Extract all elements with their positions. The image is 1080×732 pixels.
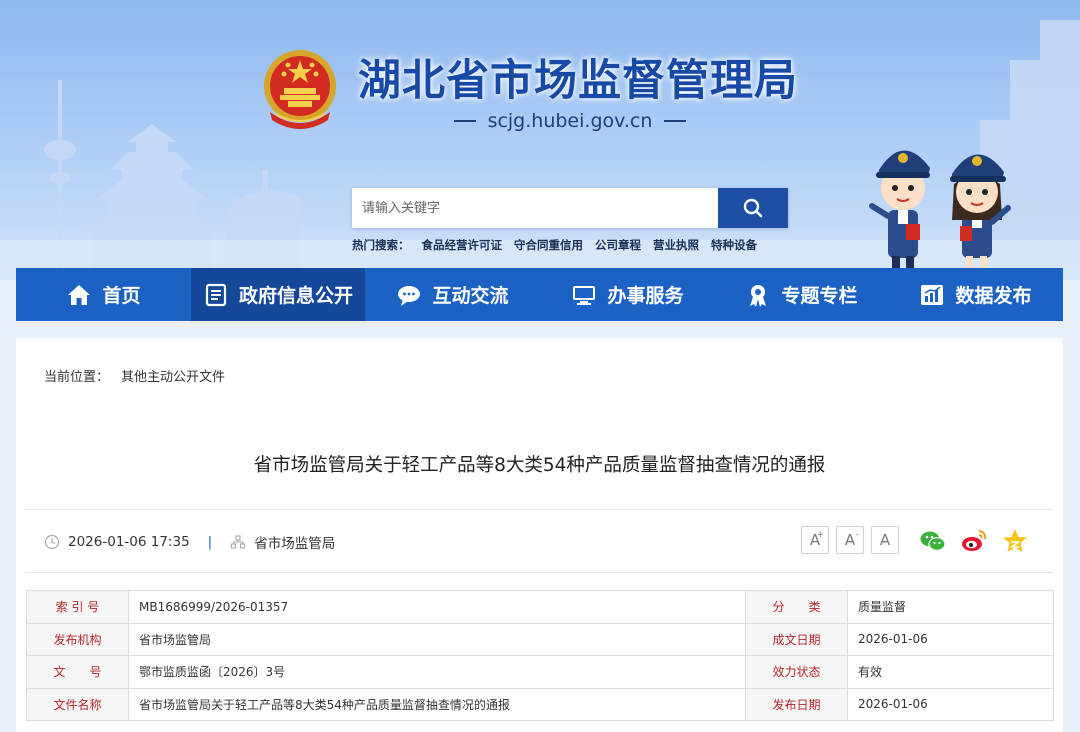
nav-item-label: 首页 xyxy=(102,285,141,307)
organization-icon xyxy=(231,535,246,549)
search-icon xyxy=(743,198,763,218)
breadcrumb-label: 当前位置： xyxy=(44,370,110,385)
hot-search-link[interactable]: 公司章程 xyxy=(595,237,641,253)
table-value: 2026-01-06 xyxy=(847,622,1054,656)
nav-item-label: 数据发布 xyxy=(955,285,1032,307)
main-nav: 首页 政府信息公开 互动交流 办事服务 专题专栏 数据发布 xyxy=(16,268,1063,321)
divider xyxy=(26,572,1053,573)
article-panel: 当前位置： 其他主动公开文件 省市场监管局关于轻工产品等8大类54种产品质量监督… xyxy=(16,338,1063,732)
qzone-star-icon[interactable] xyxy=(1001,527,1029,555)
chat-bubble-icon xyxy=(396,282,422,308)
nav-item-interaction[interactable]: 互动交流 xyxy=(365,268,540,321)
table-label: 发布日期 xyxy=(745,687,848,721)
table-label: 成文日期 xyxy=(745,622,848,656)
nav-item-data-release[interactable]: 数据发布 xyxy=(888,268,1063,321)
table-row: 发布机构 省市场监管局 成文日期 2026-01-06 xyxy=(26,622,1054,656)
document-list-icon xyxy=(203,282,229,308)
nav-item-gov-info[interactable]: 政府信息公开 xyxy=(191,268,365,321)
font-increase-button[interactable]: A + xyxy=(801,526,829,554)
table-label: 效力状态 xyxy=(745,655,848,689)
table-label: 索 引 号 xyxy=(26,590,129,624)
clock-icon xyxy=(44,534,60,550)
table-row: 索 引 号 MB1686999/2026-01357 分 类 质量监督 xyxy=(26,590,1054,624)
table-label: 发布机构 xyxy=(26,622,129,656)
divider xyxy=(453,120,476,122)
search-input[interactable] xyxy=(352,188,718,228)
search-button[interactable] xyxy=(718,188,788,228)
table-value: 省市场监管局关于轻工产品等8大类54种产品质量监督抽查情况的通报 xyxy=(128,687,746,721)
font-button-label: A xyxy=(844,531,856,549)
search-bar xyxy=(352,188,788,228)
domain-row: scjg.hubei.gov.cn xyxy=(430,108,710,134)
table-value: 省市场监管局 xyxy=(128,622,746,656)
nav-item-label: 互动交流 xyxy=(432,285,509,307)
font-button-mark: - xyxy=(855,530,859,540)
national-emblem-logo xyxy=(264,50,336,129)
table-value: 2026-01-06 xyxy=(847,687,1054,721)
nav-item-home[interactable]: 首页 xyxy=(16,268,191,321)
hot-search-link[interactable]: 特种设备 xyxy=(711,237,757,253)
document-info-table: 索 引 号 MB1686999/2026-01357 分 类 质量监督 发布机构… xyxy=(26,590,1054,721)
table-label: 文件名称 xyxy=(26,687,129,721)
nav-item-services[interactable]: 办事服务 xyxy=(540,268,715,321)
table-row: 文 号 鄂市监质监函〔2026〕3号 效力状态 有效 xyxy=(26,655,1054,689)
article-meta: 2026-01-06 17:35 | 省市场监管局 xyxy=(44,530,335,554)
hot-search-link[interactable]: 守合同重信用 xyxy=(514,237,583,253)
divider xyxy=(664,120,687,122)
share-bar xyxy=(919,527,1029,555)
site-domain: scjg.hubei.gov.cn xyxy=(487,110,653,132)
home-icon xyxy=(66,282,92,308)
table-value: 鄂市监质监函〔2026〕3号 xyxy=(128,655,746,689)
nav-item-label: 政府信息公开 xyxy=(238,285,353,307)
table-value: 质量监督 xyxy=(847,590,1054,624)
weibo-icon[interactable] xyxy=(960,527,988,555)
table-value: 有效 xyxy=(847,655,1054,689)
table-row: 文件名称 省市场监管局关于轻工产品等8大类54种产品质量监督抽查情况的通报 发布… xyxy=(26,687,1054,721)
hot-search-link[interactable]: 食品经营许可证 xyxy=(422,237,503,253)
publish-datetime: 2026-01-06 17:35 xyxy=(68,534,190,550)
font-button-mark: + xyxy=(816,530,824,540)
hot-search-label: 热门搜索： xyxy=(352,238,410,252)
table-label: 文 号 xyxy=(26,655,129,689)
font-decrease-button[interactable]: A- xyxy=(836,526,864,554)
table-label: 分 类 xyxy=(745,590,848,624)
nav-item-label: 办事服务 xyxy=(607,285,684,307)
nav-item-special-topics[interactable]: 专题专栏 xyxy=(715,268,888,321)
bar-chart-icon xyxy=(919,282,945,308)
breadcrumb: 当前位置： 其他主动公开文件 xyxy=(44,366,225,385)
monitor-icon xyxy=(571,282,597,308)
divider xyxy=(26,509,1053,510)
hot-search-link[interactable]: 营业执照 xyxy=(653,237,699,253)
meta-separator: | xyxy=(207,534,213,550)
award-icon xyxy=(745,282,771,308)
site-title: 湖北省市场监督管理局 xyxy=(358,56,798,106)
mascot-illustration xyxy=(869,150,1011,268)
site-header: 湖北省市场监督管理局 scjg.hubei.gov.cn 热门搜索： 食品经营许… xyxy=(0,0,1080,280)
table-value: MB1686999/2026-01357 xyxy=(128,590,746,624)
article-source: 省市场监管局 xyxy=(254,536,336,552)
font-button-label: A xyxy=(879,531,891,549)
font-size-controls: A + A- A xyxy=(801,526,899,554)
hot-search-row: 热门搜索： 食品经营许可证 守合同重信用 公司章程 营业执照 特种设备 xyxy=(352,237,757,253)
breadcrumb-current[interactable]: 其他主动公开文件 xyxy=(121,366,225,385)
wechat-icon[interactable] xyxy=(919,527,947,555)
font-reset-button[interactable]: A xyxy=(871,526,899,554)
nav-item-label: 专题专栏 xyxy=(781,285,858,307)
article-title: 省市场监管局关于轻工产品等8大类54种产品质量监督抽查情况的通报 xyxy=(253,455,826,476)
